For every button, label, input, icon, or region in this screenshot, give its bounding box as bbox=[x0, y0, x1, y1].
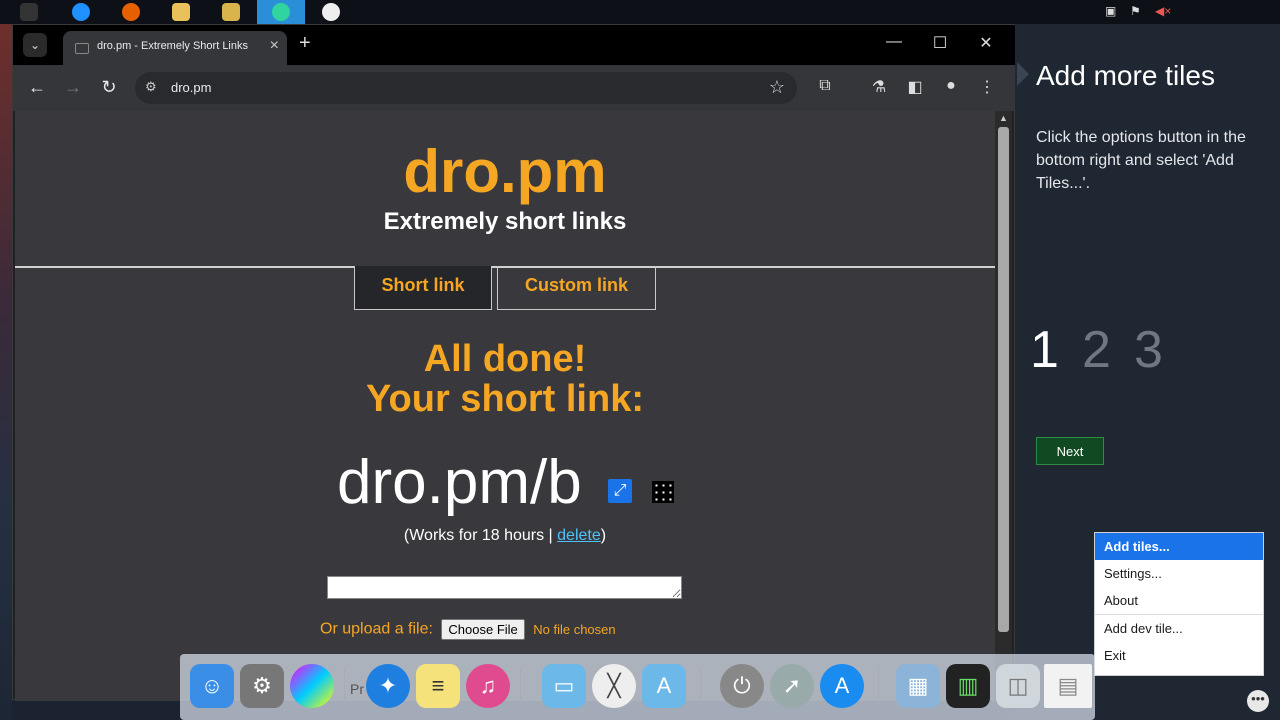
choose-file-button[interactable]: Choose File bbox=[441, 619, 525, 640]
page-viewport: dro.pm Extremely short links Short link … bbox=[15, 111, 995, 701]
app-store-icon[interactable]: A bbox=[820, 664, 864, 708]
profile-avatar-icon[interactable]: ● bbox=[939, 77, 963, 95]
clock-icon[interactable] bbox=[322, 3, 340, 21]
site-header: dro.pm Extremely short links bbox=[15, 111, 995, 268]
dock-separator bbox=[520, 668, 521, 704]
file-explorer-icon[interactable] bbox=[172, 3, 190, 21]
open-link-icon[interactable]: ⤢ bbox=[608, 479, 632, 503]
dro-app-icon[interactable] bbox=[272, 3, 290, 21]
site-settings-icon[interactable]: ⚙ bbox=[145, 79, 157, 95]
tab-search-button[interactable]: ⌄ bbox=[23, 33, 47, 57]
tab-short-link[interactable]: Short link bbox=[354, 266, 492, 310]
expiry-prefix: (Works for 18 hours | bbox=[403, 527, 558, 544]
step-1[interactable]: 1 bbox=[1030, 320, 1059, 380]
site-logo[interactable]: dro.pm bbox=[15, 137, 995, 206]
panel-description: Click the options button in the bottom r… bbox=[1036, 129, 1246, 192]
tab-close-icon[interactable]: × bbox=[270, 37, 279, 55]
tab-custom-link[interactable]: Custom link bbox=[497, 266, 656, 310]
options-context-menu: Add tiles... Settings... About Add dev t… bbox=[1094, 532, 1264, 676]
options-button[interactable]: ••• bbox=[1247, 690, 1269, 712]
network-icon[interactable]: ▣ bbox=[1105, 4, 1116, 18]
dock-separator bbox=[344, 668, 345, 704]
url-input[interactable] bbox=[327, 576, 682, 599]
desktop-background bbox=[0, 24, 12, 720]
game-center-icon[interactable] bbox=[290, 664, 334, 708]
folder-icon[interactable]: ▭ bbox=[542, 664, 586, 708]
itunes-icon[interactable]: ♫ bbox=[466, 664, 510, 708]
dock-separator bbox=[700, 668, 701, 704]
tab-dro-pm[interactable]: dro.pm - Extremely Short Links × bbox=[63, 31, 287, 65]
close-window-button[interactable]: ✕ bbox=[971, 33, 1001, 53]
upload-label: Or upload a file: bbox=[320, 620, 433, 638]
flag-icon[interactable]: ⚑ bbox=[1130, 4, 1141, 18]
delete-link[interactable]: delete bbox=[557, 527, 601, 544]
scroll-thumb[interactable] bbox=[998, 127, 1009, 632]
x-app-icon[interactable]: ╳ bbox=[592, 664, 636, 708]
result-heading-line1: All done! bbox=[423, 338, 587, 380]
browser-menu-icon[interactable]: ⋮ bbox=[975, 77, 999, 97]
address-url[interactable]: dro.pm bbox=[171, 80, 211, 95]
ie-icon[interactable] bbox=[72, 3, 90, 21]
no-file-label: No file chosen bbox=[533, 622, 616, 637]
system-preferences-icon[interactable]: ⚙ bbox=[240, 664, 284, 708]
favicon-icon bbox=[75, 43, 89, 54]
result-heading: All done! Your short link: bbox=[15, 339, 995, 419]
expiry-suffix: ) bbox=[600, 527, 607, 544]
site-tagline: Extremely short links bbox=[383, 208, 627, 235]
menu-item-add-dev-tile[interactable]: Add dev tile... bbox=[1095, 615, 1263, 642]
speaker-muted-icon[interactable]: ◀× bbox=[1155, 4, 1171, 18]
browser-window: ⌄ dro.pm - Extremely Short Links × + — ☐… bbox=[12, 24, 1016, 701]
browser-toolbar: ← → ↻ ⚙ dro.pm ☆ ⧉ ⚗ ◧ ● ⋮ bbox=[13, 65, 1016, 111]
page-scrollbar[interactable]: ▲ bbox=[995, 111, 1012, 701]
taskbar: ▣ ⚑ ◀× bbox=[0, 0, 1280, 24]
menu-item-add-tiles[interactable]: Add tiles... bbox=[1095, 533, 1263, 560]
panel-pointer-icon bbox=[1017, 62, 1029, 86]
media-player-icon[interactable] bbox=[222, 3, 240, 21]
tab-strip: ⌄ dro.pm - Extremely Short Links × + — ☐… bbox=[13, 25, 1016, 65]
safari-icon[interactable]: ✦ bbox=[366, 664, 410, 708]
forward-button[interactable]: → bbox=[61, 77, 85, 98]
power-icon[interactable]: ⏻ bbox=[720, 664, 764, 708]
mac-dock: Pr ile oad ☺ ⚙ ✦ ≡ ♫ ▭ ╳ A ⏻ ➚ A ▦ ▥ ◫ ▤ bbox=[180, 654, 1095, 720]
bookmark-star-icon[interactable]: ☆ bbox=[769, 77, 785, 98]
extensions-icon[interactable]: ⧉ bbox=[813, 77, 837, 95]
apple-icon[interactable] bbox=[20, 3, 38, 21]
reload-button[interactable]: ↻ bbox=[97, 77, 121, 98]
address-bar[interactable]: ⚙ dro.pm ☆ bbox=[135, 72, 797, 104]
maximize-button[interactable]: ☐ bbox=[925, 33, 955, 53]
activity-monitor-icon[interactable]: ▥ bbox=[946, 664, 990, 708]
result-heading-line2: Your short link: bbox=[366, 378, 644, 420]
scroll-up-icon[interactable]: ▲ bbox=[999, 113, 1008, 123]
new-tab-button[interactable]: + bbox=[299, 32, 311, 55]
panel-title: Add more tiles bbox=[1036, 60, 1215, 91]
menu-item-settings[interactable]: Settings... bbox=[1095, 560, 1263, 587]
tab-title: dro.pm - Extremely Short Links bbox=[97, 40, 248, 52]
preview-icon[interactable]: ▦ bbox=[896, 664, 940, 708]
trash-icon[interactable]: ◫ bbox=[996, 664, 1040, 708]
labs-flask-icon[interactable]: ⚗ bbox=[867, 77, 891, 97]
menu-item-about[interactable]: About bbox=[1095, 587, 1263, 614]
upload-row: Or upload a file: Choose File No file ch… bbox=[320, 619, 616, 640]
side-panel-icon[interactable]: ◧ bbox=[903, 77, 927, 97]
step-2[interactable]: 2 bbox=[1082, 320, 1111, 380]
menu-item-exit[interactable]: Exit bbox=[1095, 642, 1263, 669]
expiry-text: (Works for 18 hours | delete) bbox=[15, 527, 995, 545]
finder-icon[interactable]: ☺ bbox=[190, 664, 234, 708]
firefox-icon[interactable] bbox=[122, 3, 140, 21]
step-3[interactable]: 3 bbox=[1134, 320, 1163, 380]
dock-separator bbox=[878, 668, 879, 704]
minimize-button[interactable]: — bbox=[879, 33, 909, 51]
qr-code-icon[interactable] bbox=[652, 481, 674, 503]
notes-icon[interactable]: ≡ bbox=[416, 664, 460, 708]
launchpad-icon[interactable]: ➚ bbox=[770, 664, 814, 708]
short-link-text[interactable]: dro.pm/b bbox=[337, 447, 582, 518]
document-thumbnail-icon[interactable]: ▤ bbox=[1044, 664, 1092, 708]
applications-folder-icon[interactable]: A bbox=[642, 664, 686, 708]
next-button[interactable]: Next bbox=[1036, 437, 1104, 465]
back-button[interactable]: ← bbox=[25, 77, 49, 98]
